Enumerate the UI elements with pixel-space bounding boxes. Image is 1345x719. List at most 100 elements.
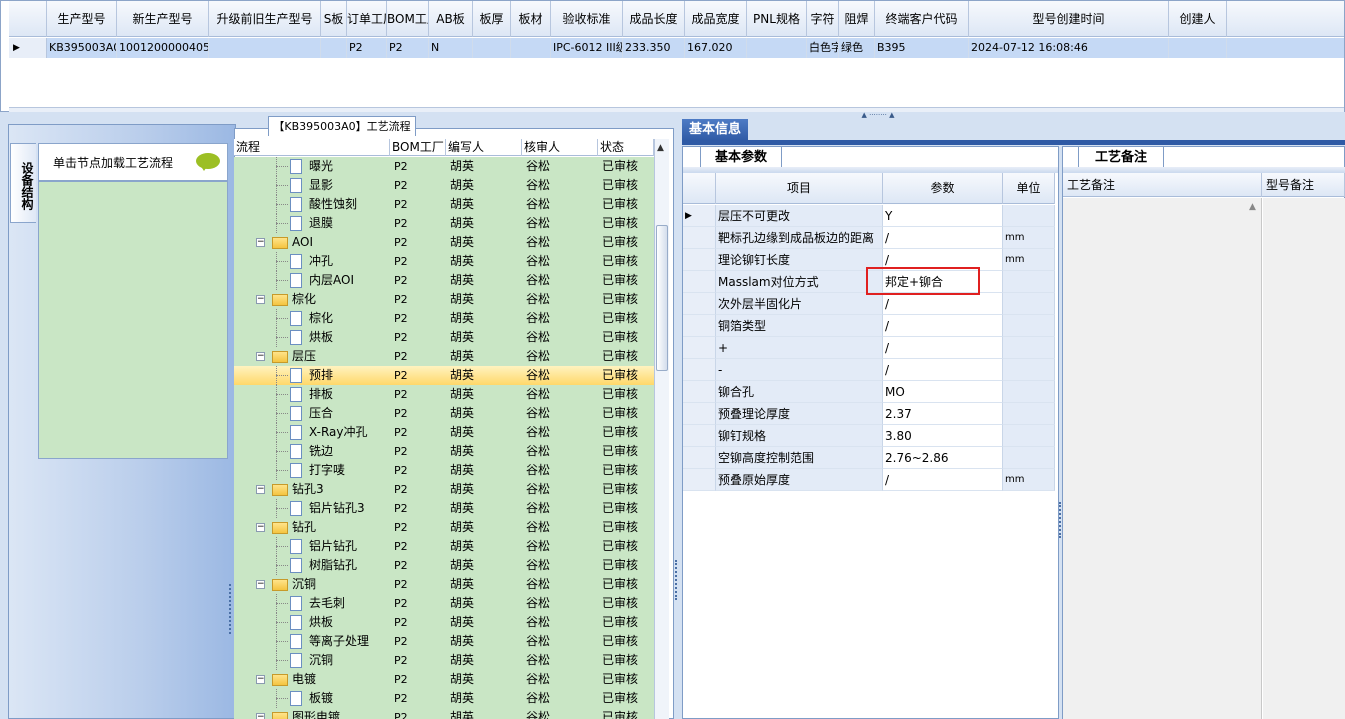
tab-process-notes[interactable]: 工艺备注 xyxy=(1078,146,1164,168)
column-header[interactable]: BOM工厂 xyxy=(387,1,429,37)
flow-row[interactable]: 冲孔 P2 胡英 谷松 已审核 xyxy=(234,252,654,271)
flow-row[interactable]: 内层AOI P2 胡英 谷松 已审核 xyxy=(234,271,654,290)
grid-cell[interactable] xyxy=(321,38,347,58)
flow-row[interactable]: 酸性蚀刻 P2 胡英 谷松 已审核 xyxy=(234,195,654,214)
notes-body[interactable]: ▲ xyxy=(1063,198,1345,719)
flow-row[interactable]: − 沉铜 P2 胡英 谷松 已审核 xyxy=(234,575,654,594)
grid-cell[interactable] xyxy=(511,38,551,58)
column-header[interactable]: 订单工厂 xyxy=(347,1,387,37)
scroll-up-icon[interactable]: ▲ xyxy=(657,143,664,153)
flow-row[interactable]: 烘板 P2 胡英 谷松 已审核 xyxy=(234,613,654,632)
collapse-toggle-icon[interactable]: − xyxy=(256,523,265,532)
param-value[interactable]: MO xyxy=(883,381,1003,403)
param-value[interactable]: / xyxy=(883,359,1003,381)
params-row[interactable]: ▶ 层压不可更改 Y xyxy=(683,205,1055,227)
param-value[interactable]: 3.80 xyxy=(883,425,1003,447)
collapse-toggle-icon[interactable]: − xyxy=(256,352,265,361)
grid-cell[interactable]: B395 xyxy=(875,38,969,58)
notes-column-header[interactable]: 型号备注 xyxy=(1262,173,1345,197)
tab-basic-params[interactable]: 基本参数 xyxy=(700,146,782,168)
grid-cell[interactable]: P2 xyxy=(347,38,387,58)
grid-cell[interactable]: 167.020 xyxy=(685,38,747,58)
tab-basic-info[interactable]: 基本信息 xyxy=(682,119,748,141)
param-value[interactable]: / xyxy=(883,337,1003,359)
collapse-toggle-icon[interactable]: − xyxy=(256,295,265,304)
column-header[interactable]: AB板 xyxy=(429,1,473,37)
params-row[interactable]: 预叠理论厚度 2.37 xyxy=(683,403,1055,425)
grid-cell[interactable]: IPC-6012 III级 xyxy=(551,38,623,58)
flow-row[interactable]: 去毛刺 P2 胡英 谷松 已审核 xyxy=(234,594,654,613)
column-header[interactable]: 新生产型号 xyxy=(117,1,209,37)
column-header[interactable]: 生产型号 xyxy=(47,1,117,37)
flow-column-header[interactable]: 编写人 xyxy=(446,139,522,156)
flow-row[interactable]: 板镀 P2 胡英 谷松 已审核 xyxy=(234,689,654,708)
param-value[interactable]: / xyxy=(883,293,1003,315)
notes-column-header[interactable]: 工艺备注 xyxy=(1063,173,1262,197)
flow-row[interactable]: 显影 P2 胡英 谷松 已审核 xyxy=(234,176,654,195)
flow-row[interactable]: 排板 P2 胡英 谷松 已审核 xyxy=(234,385,654,404)
grid-cell[interactable] xyxy=(747,38,807,58)
grid-cell[interactable]: 白色字符 xyxy=(807,38,839,58)
param-value[interactable]: 2.37 xyxy=(883,403,1003,425)
params-row[interactable]: - / xyxy=(683,359,1055,381)
param-value[interactable]: / xyxy=(883,227,1003,249)
column-header[interactable]: S板 xyxy=(321,1,347,37)
flow-row[interactable]: 烘板 P2 胡英 谷松 已审核 xyxy=(234,328,654,347)
flow-scrollbar[interactable]: ▲ xyxy=(654,139,669,719)
params-row[interactable]: + / xyxy=(683,337,1055,359)
flow-row[interactable]: 等离子处理 P2 胡英 谷松 已审核 xyxy=(234,632,654,651)
params-row[interactable]: 铜箔类型 / xyxy=(683,315,1055,337)
collapse-toggle-icon[interactable]: − xyxy=(256,485,265,494)
column-header[interactable]: PNL规格 xyxy=(747,1,807,37)
column-header[interactable]: 验收标准 xyxy=(551,1,623,37)
flow-row[interactable]: 沉铜 P2 胡英 谷松 已审核 xyxy=(234,651,654,670)
flow-row[interactable]: − 钻孔3 P2 胡英 谷松 已审核 xyxy=(234,480,654,499)
params-row[interactable]: 次外层半固化片 / xyxy=(683,293,1055,315)
flow-row[interactable]: 预排 P2 胡英 谷松 已审核 xyxy=(234,366,654,385)
grid-cell[interactable]: KB395003A0 xyxy=(47,38,117,58)
scroll-thumb[interactable] xyxy=(656,225,668,371)
collapse-toggle-icon[interactable]: − xyxy=(256,713,265,719)
params-column-header[interactable]: 项目 xyxy=(716,173,883,204)
flow-column-header[interactable]: 流程 xyxy=(234,139,390,156)
column-header[interactable]: 型号创建时间 xyxy=(969,1,1169,37)
param-value[interactable]: / xyxy=(883,315,1003,337)
column-header[interactable]: 升级前旧生产型号 xyxy=(209,1,321,37)
params-row[interactable]: 铆合孔 MO xyxy=(683,381,1055,403)
horizontal-splitter[interactable]: ▲ ········ ▲ xyxy=(0,112,1345,120)
flow-row[interactable]: 铝片钻孔 P2 胡英 谷松 已审核 xyxy=(234,537,654,556)
product-grid-row[interactable]: KB395003A0 10012000004055 P2 P2 N IPC-6012 II… xyxy=(9,38,1344,58)
flow-row[interactable]: 棕化 P2 胡英 谷松 已审核 xyxy=(234,309,654,328)
scroll-up-icon[interactable]: ▲ xyxy=(1249,202,1256,212)
param-value[interactable]: / xyxy=(883,469,1003,491)
column-header[interactable]: 成品宽度 xyxy=(685,1,747,37)
column-header[interactable]: 阻焊 xyxy=(839,1,875,37)
flow-row[interactable]: − 层压 P2 胡英 谷松 已审核 xyxy=(234,347,654,366)
params-row[interactable]: 铆钉规格 3.80 xyxy=(683,425,1055,447)
column-header[interactable]: 板材 xyxy=(511,1,551,37)
grid-cell[interactable] xyxy=(209,38,321,58)
flow-row[interactable]: 铝片钻孔3 P2 胡英 谷松 已审核 xyxy=(234,499,654,518)
grid-cell[interactable]: 10012000004055 xyxy=(117,38,209,58)
grid-cell[interactable]: P2 xyxy=(387,38,429,58)
column-header[interactable]: 字符 xyxy=(807,1,839,37)
flow-column-header[interactable]: 状态 xyxy=(598,139,654,156)
param-value[interactable]: 2.76~2.86 xyxy=(883,447,1003,469)
param-value[interactable]: Y xyxy=(883,205,1003,227)
grid-cell[interactable]: 绿色 xyxy=(839,38,875,58)
flow-row[interactable]: 压合 P2 胡英 谷松 已审核 xyxy=(234,404,654,423)
column-header[interactable]: 板厚 xyxy=(473,1,511,37)
collapse-toggle-icon[interactable]: − xyxy=(256,580,265,589)
grid-cell[interactable]: 2024-07-12 16:08:46 xyxy=(969,38,1169,58)
flow-row[interactable]: − 钻孔 P2 胡英 谷松 已审核 xyxy=(234,518,654,537)
params-row[interactable]: 预叠原始厚度 / mm xyxy=(683,469,1055,491)
params-column-header[interactable]: 参数 xyxy=(883,173,1003,204)
flow-row[interactable]: − AOI P2 胡英 谷松 已审核 xyxy=(234,233,654,252)
params-row[interactable]: 空铆高度控制范围 2.76~2.86 xyxy=(683,447,1055,469)
flow-row[interactable]: − 电镀 P2 胡英 谷松 已审核 xyxy=(234,670,654,689)
column-header[interactable]: 终端客户代码 xyxy=(875,1,969,37)
flow-row[interactable]: 退膜 P2 胡英 谷松 已审核 xyxy=(234,214,654,233)
params-row[interactable]: 靶标孔边缘到成品板边的距离 / mm xyxy=(683,227,1055,249)
flow-row[interactable]: X-Ray冲孔 P2 胡英 谷松 已审核 xyxy=(234,423,654,442)
grid-cell[interactable]: N xyxy=(429,38,473,58)
